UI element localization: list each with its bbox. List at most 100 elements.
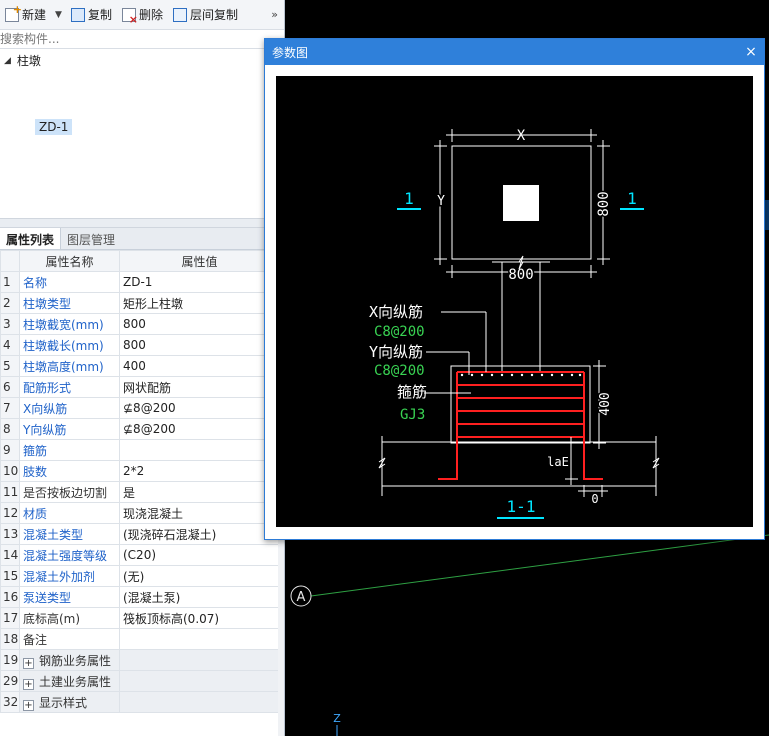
property-value[interactable]: (C20) <box>119 544 280 566</box>
expand-plus-icon[interactable]: + <box>23 678 34 690</box>
table-row[interactable]: 3 柱墩截宽(mm) 800 <box>0 313 280 335</box>
table-row[interactable]: 13 混凝土类型 (现浇碎石混凝土) <box>0 523 280 545</box>
axis-label: A <box>297 590 306 605</box>
property-name: 配筋形式 <box>19 376 120 398</box>
table-row[interactable]: 12 材质 现浇混凝土 <box>0 502 280 524</box>
group-name: 显示样式 <box>39 695 88 710</box>
property-value[interactable]: 800 <box>119 313 280 335</box>
tree-node-root[interactable]: ◢ 柱墩 <box>4 52 41 69</box>
more-icon[interactable]: » <box>271 8 278 21</box>
rebar-group <box>438 371 603 480</box>
table-row[interactable]: 8 Y向纵筋 ⊈8@200 <box>0 418 280 440</box>
table-row[interactable]: 4 柱墩截长(mm) 800 <box>0 334 280 356</box>
property-value[interactable]: ⊈8@200 <box>119 418 280 440</box>
copy-button[interactable]: 复制 <box>68 4 115 26</box>
property-value[interactable]: 400 <box>119 355 280 377</box>
slab-break-left <box>378 457 386 469</box>
tab-layers[interactable]: 图层管理 <box>61 228 121 249</box>
property-value[interactable]: (混凝土泵) <box>119 586 280 608</box>
delete-label: 删除 <box>138 8 163 22</box>
table-row[interactable]: 9 箍筋 <box>0 439 280 461</box>
property-value[interactable]: 现浇混凝土 <box>119 502 280 524</box>
property-name: 柱墩截长(mm) <box>19 334 120 356</box>
property-value[interactable]: 网状配筋 <box>119 376 280 398</box>
row-number: 17 <box>0 607 20 629</box>
property-value[interactable]: 2*2 <box>119 460 280 482</box>
param-drawing: X Y 800 800 1 1 X向纵筋 C8@200 Y向纵筋 C8@200 … <box>276 76 753 527</box>
property-value[interactable]: 是 <box>119 481 280 503</box>
property-value[interactable] <box>119 628 280 650</box>
chevron-down-icon[interactable]: ▼ <box>55 10 62 20</box>
row-number: 8 <box>0 418 20 440</box>
slab-break-right <box>652 457 660 469</box>
delete-button[interactable]: 删除 <box>119 4 166 26</box>
property-value[interactable]: (无) <box>119 565 280 587</box>
group-name: 钢筋业务属性 <box>39 653 112 668</box>
table-row[interactable]: 6 配筋形式 网状配筋 <box>0 376 280 398</box>
table-row[interactable]: 5 柱墩高度(mm) 400 <box>0 355 280 377</box>
value-x-rebar: C8@200 <box>374 324 425 340</box>
table-row[interactable]: 10 肢数 2*2 <box>0 460 280 482</box>
property-value[interactable] <box>119 439 280 461</box>
property-value[interactable]: ⊈8@200 <box>119 397 280 419</box>
table-row[interactable]: 1 名称 ZD-1 <box>0 271 280 293</box>
section-mark-right: 1 <box>627 189 637 208</box>
floor-copy-button[interactable]: 层间复制 <box>170 4 241 26</box>
header-value: 属性值 <box>119 250 280 272</box>
table-row[interactable]: 11 是否按板边切割是 <box>0 481 280 503</box>
tree-node-leaf[interactable]: ZD-1 <box>35 119 73 135</box>
property-name: 混凝土强度等级 <box>19 544 120 566</box>
search-input[interactable] <box>0 30 284 48</box>
plan-column <box>503 185 539 221</box>
rebar-left-anchor <box>438 372 458 480</box>
group-name-cell[interactable]: + 钢筋业务属性 <box>19 649 120 671</box>
dialog-titlebar[interactable]: 参数图 × <box>265 39 764 65</box>
property-name: 是否按板边切割 <box>19 481 120 503</box>
row-number: 11 <box>0 481 20 503</box>
property-value[interactable]: 筏板顶标高(0.07) <box>119 607 280 629</box>
close-icon[interactable]: × <box>738 44 764 60</box>
section-mark-left: 1 <box>404 189 414 208</box>
table-row[interactable]: 15 混凝土外加剂 (无) <box>0 565 280 587</box>
floor-copy-label: 层间复制 <box>189 8 238 22</box>
row-number: 18 <box>0 628 20 650</box>
row-number: 12 <box>0 502 20 524</box>
property-value[interactable]: 矩形上柱墩 <box>119 292 280 314</box>
table-row[interactable]: 7 X向纵筋 ⊈8@200 <box>0 397 280 419</box>
expand-plus-icon[interactable]: + <box>23 657 34 669</box>
label-x-rebar: X向纵筋 <box>369 303 423 321</box>
property-name: Y向纵筋 <box>19 418 120 440</box>
table-row[interactable]: 18 备注 <box>0 628 280 650</box>
expand-triangle-icon[interactable]: ◢ <box>4 56 11 66</box>
row-number: 1 <box>0 271 20 293</box>
property-name: 混凝土外加剂 <box>19 565 120 587</box>
row-number: 10 <box>0 460 20 482</box>
property-name: 泵送类型 <box>19 586 120 608</box>
table-group-row[interactable]: 29 + 土建业务属性 <box>0 670 280 692</box>
table-row[interactable]: 2 柱墩类型 矩形上柱墩 <box>0 292 280 314</box>
property-name: 肢数 <box>19 460 120 482</box>
table-group-row[interactable]: 32 + 显示样式 <box>0 691 280 713</box>
table-row[interactable]: 14 混凝土强度等级 (C20) <box>0 544 280 566</box>
new-icon <box>5 3 22 22</box>
dialog-title: 参数图 <box>272 45 309 60</box>
property-name: 柱墩高度(mm) <box>19 355 120 377</box>
table-row[interactable]: 17 底标高(m) 筏板顶标高(0.07) <box>0 607 280 629</box>
expand-plus-icon[interactable]: + <box>23 699 34 711</box>
dim-400-label: 400 <box>598 392 613 415</box>
property-value[interactable]: ZD-1 <box>119 271 280 293</box>
tab-properties[interactable]: 属性列表 <box>0 228 62 249</box>
group-name-cell[interactable]: + 显示样式 <box>19 691 120 713</box>
splitter[interactable] <box>0 218 284 228</box>
group-value <box>119 649 280 671</box>
table-row[interactable]: 16 泵送类型 (混凝土泵) <box>0 586 280 608</box>
search-bar <box>0 30 284 49</box>
group-value <box>119 691 280 713</box>
property-value[interactable]: (现浇碎石混凝土) <box>119 523 280 545</box>
new-button[interactable]: 新建 <box>2 3 49 26</box>
row-number: 5 <box>0 355 20 377</box>
label-stirrup: 箍筋 <box>397 383 427 401</box>
property-value[interactable]: 800 <box>119 334 280 356</box>
table-group-row[interactable]: 19 + 钢筋业务属性 <box>0 649 280 671</box>
group-name-cell[interactable]: + 土建业务属性 <box>19 670 120 692</box>
